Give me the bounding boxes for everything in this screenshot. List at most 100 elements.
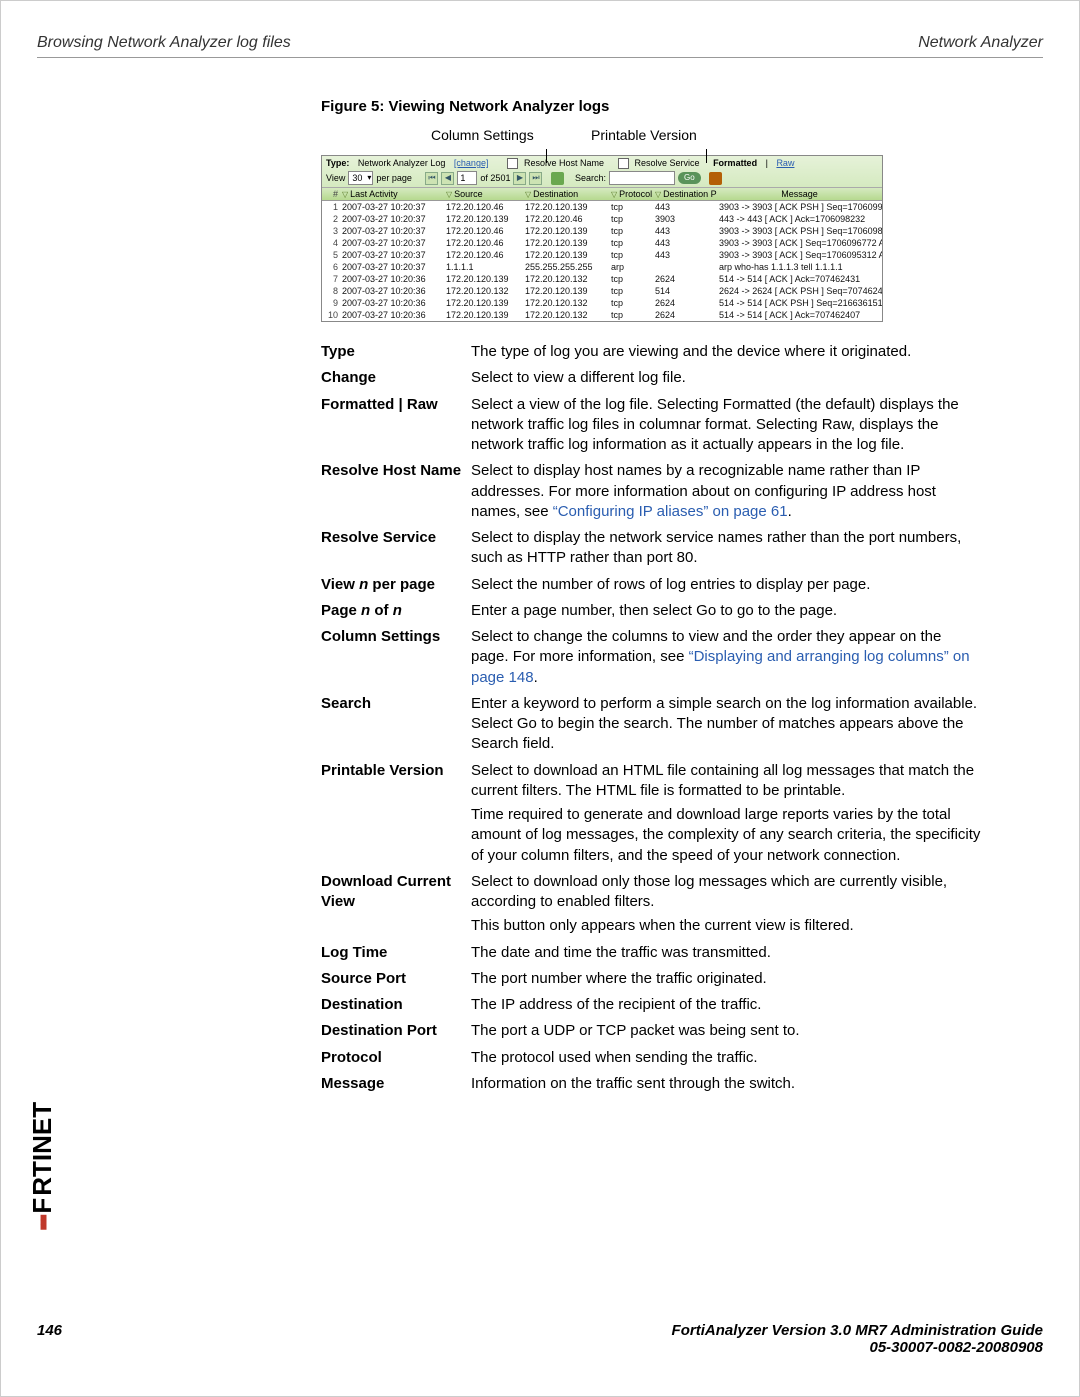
col-message[interactable]: Message <box>717 188 882 200</box>
page-number-input[interactable]: 1 <box>457 171 477 185</box>
def-key-printable-version: Printable Version <box>321 761 471 866</box>
callout-line-icon <box>706 149 707 163</box>
last-page-button[interactable]: ⏭ <box>529 172 542 185</box>
formatted-link[interactable]: Formatted <box>713 158 757 168</box>
callouts: Column Settings Printable Version <box>321 127 1019 155</box>
type-value: Network Analyzer Log <box>358 158 446 168</box>
page-header: Browsing Network Analyzer log files Netw… <box>37 29 1043 58</box>
col-source[interactable]: ▽Source <box>444 188 523 200</box>
def-val-destination: The IP address of the recipient of the t… <box>471 995 981 1015</box>
def-key-destination-port: Destination Port <box>321 1021 471 1041</box>
callout-line-icon <box>546 149 547 163</box>
resolve-host-checkbox[interactable] <box>507 158 518 169</box>
resolve-host-label: Resolve Host Name <box>524 158 604 168</box>
toolbar-row-2: View 30 per page ⏮ ◀ 1 of 2501 ▶ ⏭ Searc… <box>326 171 878 185</box>
table-body: 12007-03-27 10:20:37172.20.120.46172.20.… <box>322 201 882 321</box>
col-num[interactable]: # <box>322 188 340 200</box>
next-page-button[interactable]: ▶ <box>513 172 526 185</box>
col-dest-port[interactable]: ▽Destination Port <box>653 188 717 200</box>
def-key-message: Message <box>321 1074 471 1094</box>
def-key-formatted-raw: Formatted | Raw <box>321 395 471 456</box>
prev-page-button[interactable]: ◀ <box>441 172 454 185</box>
def-val-change: Select to view a different log file. <box>471 368 981 388</box>
raw-link[interactable]: Raw <box>776 158 794 168</box>
def-key-resolve-service: Resolve Service <box>321 528 471 569</box>
printable-version-button[interactable] <box>709 172 722 185</box>
def-val-page-n-of-n: Enter a page number, then select Go to g… <box>471 601 981 621</box>
footer-info: FortiAnalyzer Version 3.0 MR7 Administra… <box>672 1322 1043 1356</box>
table-row: 82007-03-27 10:20:36172.20.120.132172.20… <box>322 285 882 297</box>
link-ip-aliases[interactable]: “Configuring IP aliases” on page 61 <box>553 503 788 520</box>
filter-icon[interactable]: ▽ <box>342 190 348 199</box>
logo-cube-icon: ▪▪▪ <box>31 1217 59 1231</box>
fortinet-logo: ▪▪▪FRTINET <box>23 1046 63 1286</box>
def-val-formatted-raw: Select a view of the log file. Selecting… <box>471 395 981 456</box>
toolbar-row-1: Type: Network Analyzer Log [change] Reso… <box>326 158 878 169</box>
go-button[interactable]: Go <box>678 172 701 184</box>
change-link[interactable]: [change] <box>454 158 489 168</box>
page-footer: 146 FortiAnalyzer Version 3.0 MR7 Admini… <box>37 1322 1043 1356</box>
rows-per-page-select[interactable]: 30 <box>348 171 373 185</box>
def-key-view-per-page: View n per page <box>321 575 471 595</box>
log-viewer-screenshot: Type: Network Analyzer Log [change] Reso… <box>321 155 883 322</box>
def-val-source-port: The port number where the traffic origin… <box>471 969 981 989</box>
search-input[interactable] <box>609 171 675 185</box>
callout-printable-version: Printable Version <box>591 127 697 143</box>
table-row: 12007-03-27 10:20:37172.20.120.46172.20.… <box>322 201 882 213</box>
table-row: 52007-03-27 10:20:37172.20.120.46172.20.… <box>322 249 882 261</box>
def-val-view-per-page: Select the number of rows of log entries… <box>471 575 981 595</box>
resolve-service-label: Resolve Service <box>635 158 700 168</box>
table-row: 22007-03-27 10:20:37172.20.120.139172.20… <box>322 213 882 225</box>
figure-caption: Figure 5: Viewing Network Analyzer logs <box>321 98 1019 115</box>
def-val-message: Information on the traffic sent through … <box>471 1074 981 1094</box>
def-key-protocol: Protocol <box>321 1048 471 1068</box>
def-key-download-current-view: Download Current View <box>321 872 471 937</box>
callout-column-settings: Column Settings <box>431 127 534 143</box>
def-key-log-time: Log Time <box>321 943 471 963</box>
header-right: Network Analyzer <box>918 34 1043 52</box>
col-destination[interactable]: ▽Destination <box>523 188 609 200</box>
table-header-row: # ▽Last Activity ▽Source ▽Destination ▽P… <box>322 188 882 201</box>
filter-icon[interactable]: ▽ <box>611 190 617 199</box>
filter-icon[interactable]: ▽ <box>655 190 661 199</box>
def-key-column-settings: Column Settings <box>321 627 471 688</box>
filter-icon[interactable]: ▽ <box>446 190 452 199</box>
def-val-resolve-host: Select to display host names by a recogn… <box>471 461 981 522</box>
header-left: Browsing Network Analyzer log files <box>37 34 918 52</box>
def-val-search: Enter a keyword to perform a simple sear… <box>471 694 981 755</box>
def-val-protocol: The protocol used when sending the traff… <box>471 1048 981 1068</box>
table-row: 102007-03-27 10:20:36172.20.120.139172.2… <box>322 309 882 321</box>
def-val-download-current-view: Select to download only those log messag… <box>471 872 981 937</box>
def-key-destination: Destination <box>321 995 471 1015</box>
table-row: 42007-03-27 10:20:37172.20.120.46172.20.… <box>322 237 882 249</box>
page-total-label: of 2501 <box>480 173 510 183</box>
definitions-table: TypeThe type of log you are viewing and … <box>321 342 981 1094</box>
view-label: View <box>326 173 345 183</box>
table-row: 32007-03-27 10:20:37172.20.120.46172.20.… <box>322 225 882 237</box>
table-row: 62007-03-27 10:20:371.1.1.1255.255.255.2… <box>322 261 882 273</box>
def-key-change: Change <box>321 368 471 388</box>
resolve-service-checkbox[interactable] <box>618 158 629 169</box>
def-val-destination-port: The port a UDP or TCP packet was being s… <box>471 1021 981 1041</box>
col-last-activity[interactable]: ▽Last Activity <box>340 188 444 200</box>
def-val-log-time: The date and time the traffic was transm… <box>471 943 981 963</box>
type-label: Type: <box>326 158 349 168</box>
def-key-resolve-host: Resolve Host Name <box>321 461 471 522</box>
def-val-resolve-service: Select to display the network service na… <box>471 528 981 569</box>
def-key-search: Search <box>321 694 471 755</box>
per-page-label: per page <box>376 173 412 183</box>
table-row: 92007-03-27 10:20:36172.20.120.139172.20… <box>322 297 882 309</box>
def-key-source-port: Source Port <box>321 969 471 989</box>
search-label: Search: <box>575 173 606 183</box>
column-settings-button[interactable] <box>551 172 564 185</box>
col-protocol[interactable]: ▽Protocol <box>609 188 653 200</box>
page-number: 146 <box>37 1322 62 1356</box>
def-val-printable-version: Select to download an HTML file containi… <box>471 761 981 866</box>
def-key-type: Type <box>321 342 471 362</box>
def-key-page-n-of-n: Page n of n <box>321 601 471 621</box>
def-val-column-settings: Select to change the columns to view and… <box>471 627 981 688</box>
filter-icon[interactable]: ▽ <box>525 190 531 199</box>
def-val-type: The type of log you are viewing and the … <box>471 342 981 362</box>
first-page-button[interactable]: ⏮ <box>425 172 438 185</box>
table-row: 72007-03-27 10:20:36172.20.120.139172.20… <box>322 273 882 285</box>
